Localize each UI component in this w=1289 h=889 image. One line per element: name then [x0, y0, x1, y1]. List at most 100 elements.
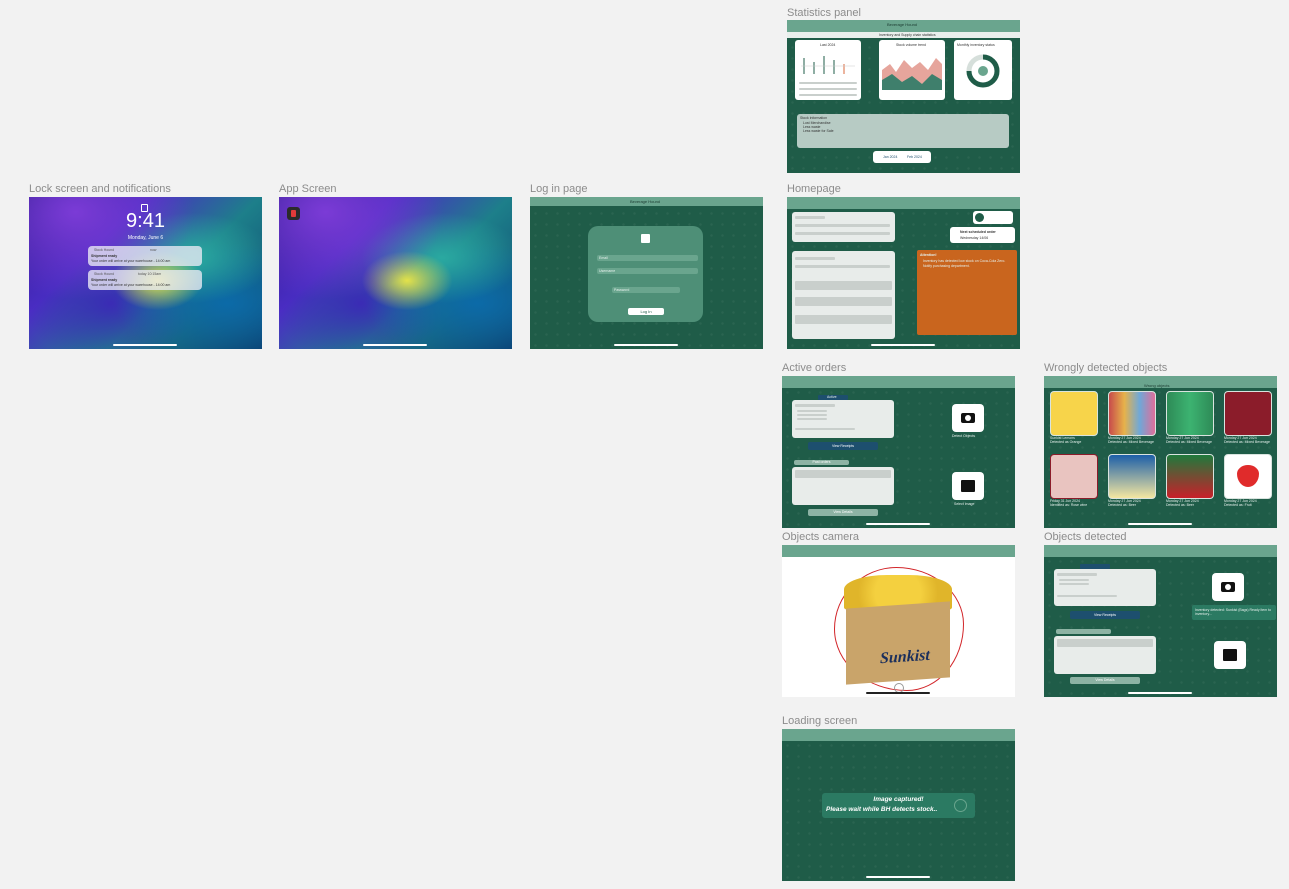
notification-app: Stock Hound: [94, 272, 115, 276]
app-screen-frame: [279, 197, 512, 349]
camera-icon: [1221, 582, 1235, 592]
app-icon[interactable]: [287, 207, 300, 220]
active-order-card[interactable]: [1054, 569, 1156, 606]
summary-card: [792, 212, 895, 242]
gallery-caption: Select Image: [954, 502, 975, 506]
loading-line2: Please wait while BH detects stock..: [826, 806, 938, 813]
camera-button[interactable]: [952, 404, 984, 432]
product-corona[interactable]: [1108, 454, 1156, 499]
email-field[interactable]: Email: [597, 255, 698, 261]
home-indicator[interactable]: [614, 344, 678, 346]
view-details-button[interactable]: View Details: [1070, 677, 1140, 684]
notification-title: Shipment ready: [91, 254, 118, 258]
app-title: Beverage Hound: [630, 199, 661, 204]
camera-button[interactable]: [1212, 573, 1244, 601]
notification-1[interactable]: Stock Hound now Shipment ready Your orde…: [88, 246, 202, 266]
home-indicator[interactable]: [866, 523, 930, 525]
lock-screen-frame: 9:41 Monday, June 6 Stock Hound now Ship…: [29, 197, 262, 349]
notification-title: Shipment ready: [91, 278, 118, 282]
home-indicator[interactable]: [866, 692, 930, 694]
chart-card-3: Monthly inventory status: [954, 40, 1012, 100]
frame-label-statistics: Statistics panel: [787, 7, 861, 19]
view-details-button[interactable]: View Details: [808, 509, 878, 516]
past-orders-tab[interactable]: Past orders: [794, 460, 849, 465]
profile-chip[interactable]: [973, 211, 1013, 224]
username-field[interactable]: Username: [597, 268, 698, 274]
frame-label-active-orders: Active orders: [782, 362, 847, 374]
past-order-card[interactable]: [1054, 636, 1156, 674]
stock-notes: Stock information Lost Merchandise Less …: [797, 114, 1009, 148]
product-rose-wine[interactable]: [1050, 454, 1098, 499]
home-indicator[interactable]: [1128, 523, 1192, 525]
objects-detected-frame: View Receipts View Details Inventory det…: [1044, 545, 1277, 697]
login-button[interactable]: Log In: [628, 308, 664, 315]
month-pager: Jan 2024 Feb 2024: [873, 151, 931, 163]
tab-bar: [1044, 545, 1277, 557]
lock-date: Monday, June 6: [127, 235, 164, 241]
frame-label-app-screen: App Screen: [279, 183, 337, 195]
tab-bar: [782, 376, 1015, 388]
objects-camera-frame: Sunkist: [782, 545, 1015, 697]
notification-app: Stock Hound: [94, 248, 115, 252]
past-orders-tab[interactable]: [1056, 629, 1111, 634]
status-bar: Beverage Hound: [530, 197, 763, 206]
login-card: Email Username Password Log In: [588, 226, 703, 322]
frame-label-lock-screen: Lock screen and notifications: [29, 183, 171, 195]
home-indicator[interactable]: [363, 344, 427, 346]
frame-label-objects-detected: Objects detected: [1044, 531, 1127, 543]
statistics-frame: Beverage Hound Inventory and Supply chai…: [787, 20, 1020, 173]
notification-body: Your order will arrive at your warehouse…: [91, 259, 171, 263]
pager-prev[interactable]: Jan 2024: [883, 155, 897, 159]
chart-card-2: Stock volume trend: [879, 40, 945, 100]
notification-body: Your order will arrive at your warehouse…: [91, 283, 171, 287]
frame-label-loading: Loading screen: [782, 715, 858, 727]
active-order-card[interactable]: [792, 400, 894, 438]
donut-chart: [966, 54, 1000, 88]
view-receipts-button[interactable]: View Receipts: [808, 442, 878, 450]
product-strawberries[interactable]: [1224, 454, 1272, 499]
spinner-icon: [954, 799, 967, 812]
view-receipts-button[interactable]: View Receipts: [1070, 611, 1140, 619]
bar-chart: [801, 56, 855, 74]
camera-caption: Detect Objects: [952, 434, 975, 438]
wrong-objects-frame: Wrong objects Sunkist Lemons Detected as…: [1044, 376, 1277, 528]
frame-label-homepage: Homepage: [787, 183, 841, 195]
home-indicator[interactable]: [1128, 692, 1192, 694]
product-green-bottles[interactable]: [1166, 391, 1214, 436]
area-chart: [882, 58, 942, 90]
frame-label-objects-camera: Objects camera: [782, 531, 860, 543]
tab-bar: [782, 729, 1015, 741]
home-indicator[interactable]: [113, 344, 177, 346]
product-heineken[interactable]: [1166, 454, 1214, 499]
gallery-button[interactable]: [952, 472, 984, 500]
alert-panel: Attention! Inventory has detected low st…: [917, 250, 1017, 335]
password-field[interactable]: Password: [612, 287, 680, 293]
product-beer-pack[interactable]: [1224, 391, 1272, 436]
home-indicator[interactable]: [871, 344, 935, 346]
frame-label-login: Log in page: [530, 183, 588, 195]
next-order-card[interactable]: Next scheduled order Wednesday 14/06: [950, 227, 1015, 243]
tab-bar: [787, 197, 1020, 209]
avatar: [975, 213, 984, 222]
loading-frame: Image captured! Please wait while BH det…: [782, 729, 1015, 881]
user-icon: [641, 234, 650, 243]
loading-toast: Image captured! Please wait while BH det…: [822, 793, 975, 818]
product-lemons[interactable]: [1050, 391, 1098, 436]
homepage-frame: Next scheduled order Wednesday 14/06 Att…: [787, 197, 1020, 349]
tab-bar: [782, 545, 1015, 557]
past-order-card[interactable]: [792, 467, 894, 505]
image-icon: [1223, 649, 1237, 661]
box-brand: Sunkist: [880, 646, 930, 668]
loading-line1: Image captured!: [873, 796, 924, 803]
home-indicator[interactable]: [866, 876, 930, 878]
pager-next[interactable]: Feb 2024: [907, 155, 922, 159]
subtitle-bar: Inventory and Supply chain statistics: [787, 32, 1020, 38]
sunkist-box: Sunkist: [846, 601, 950, 685]
login-frame: Beverage Hound Email Username Password L…: [530, 197, 763, 349]
camera-icon: [961, 413, 975, 423]
notification-time: today 10:15am: [138, 272, 162, 276]
active-orders-frame: Active View Receipts Past orders View De…: [782, 376, 1015, 528]
product-mixed-drinks[interactable]: [1108, 391, 1156, 436]
gallery-button[interactable]: [1214, 641, 1246, 669]
notification-2[interactable]: Stock Hound today 10:15am Shipment ready…: [88, 270, 202, 290]
